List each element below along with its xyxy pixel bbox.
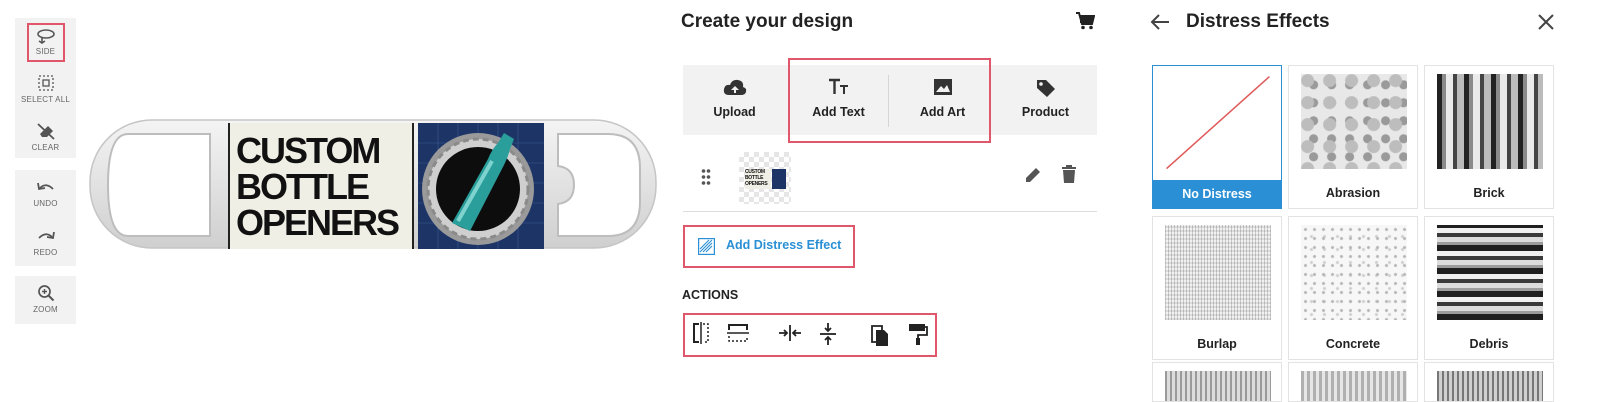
logo-line-2: BOTTLE [236, 166, 370, 207]
select-all-button[interactable]: SELECT ALL [15, 74, 76, 104]
burlap-texture [1165, 225, 1271, 320]
row3-texture-1 [1165, 371, 1271, 401]
effect-name-concrete: Concrete [1325, 337, 1381, 351]
redo-label: REDO [33, 248, 58, 257]
distress-button-highlight [683, 225, 855, 268]
effect-name-burlap: Burlap [1197, 337, 1237, 351]
debris-texture [1437, 225, 1543, 320]
thumb-cap [772, 169, 786, 189]
distress-panel-title: Distress Effects [1186, 11, 1330, 32]
abrasion-texture [1301, 74, 1407, 169]
effect-tile-row3-2[interactable] [1288, 362, 1418, 402]
thumb-line-3: OPENERS [745, 181, 768, 187]
redo-button[interactable]: REDO [15, 229, 76, 257]
layer-row[interactable]: CUSTOM BOTTLE OPENERS [683, 148, 1097, 212]
trash-icon[interactable] [1061, 164, 1077, 184]
clear-icon [36, 123, 55, 140]
row3-texture-3 [1437, 371, 1543, 401]
effect-tile-abrasion[interactable]: Abrasion [1288, 65, 1418, 209]
close-icon[interactable] [1538, 14, 1554, 30]
drag-handle-icon[interactable] [701, 168, 711, 186]
effect-name-no-distress: No Distress [1153, 180, 1281, 208]
logo-line-3: OPENERS [236, 202, 400, 243]
effect-tile-row3-1[interactable] [1152, 362, 1282, 402]
select-all-label: SELECT ALL [21, 95, 70, 104]
effect-tile-brick[interactable]: Brick [1424, 65, 1554, 209]
side-highlight [27, 23, 65, 62]
clear-button[interactable]: CLEAR [15, 122, 76, 152]
zoom-label: ZOOM [33, 305, 58, 314]
tab-product-label: Product [1021, 105, 1070, 119]
effect-tile-debris[interactable]: Debris [1424, 216, 1554, 360]
tag-icon [1036, 80, 1055, 97]
logo-artwork[interactable]: CUSTOM BOTTLE OPENERS [228, 123, 414, 249]
undo-button[interactable]: UNDO [15, 180, 76, 208]
concrete-texture [1301, 225, 1407, 320]
effect-name-abrasion: Abrasion [1325, 186, 1381, 200]
effect-tile-concrete[interactable]: Concrete [1288, 216, 1418, 360]
actions-highlight [683, 313, 937, 357]
pencil-icon[interactable] [1023, 165, 1043, 185]
brick-texture [1437, 74, 1543, 169]
page-title: Create your design [681, 11, 854, 32]
bottle-cap-icon [418, 123, 544, 249]
zoom-in-icon [37, 285, 54, 302]
row3-texture-2 [1301, 371, 1407, 401]
thumb-logo: CUSTOM BOTTLE OPENERS [745, 169, 771, 189]
cart-icon[interactable] [1075, 12, 1095, 30]
redo-icon [37, 231, 55, 240]
tab-upload[interactable]: Upload [683, 65, 786, 135]
logo-line-1: CUSTOM [236, 130, 381, 171]
clear-label: CLEAR [31, 143, 60, 152]
effect-name-debris: Debris [1469, 337, 1509, 351]
actions-heading: ACTIONS [682, 288, 739, 302]
bottle-cap-artwork[interactable] [418, 123, 544, 249]
no-distress-icon [1166, 75, 1270, 170]
effect-tile-row3-3[interactable] [1424, 362, 1554, 402]
tabs-highlight [788, 58, 991, 143]
effect-tile-burlap[interactable]: Burlap [1152, 216, 1282, 360]
tab-upload-label: Upload [713, 105, 756, 119]
undo-label: UNDO [33, 199, 58, 208]
effect-name-brick: Brick [1473, 186, 1505, 200]
effect-tile-no-distress[interactable]: No Distress [1152, 65, 1282, 209]
back-arrow-icon[interactable] [1150, 13, 1170, 31]
zoom-button[interactable]: ZOOM [15, 284, 76, 314]
cloud-upload-icon [723, 79, 746, 95]
undo-icon [36, 182, 54, 191]
layer-thumbnail[interactable]: CUSTOM BOTTLE OPENERS [739, 152, 791, 204]
tab-product[interactable]: Product [994, 65, 1097, 135]
select-all-icon [37, 75, 54, 91]
